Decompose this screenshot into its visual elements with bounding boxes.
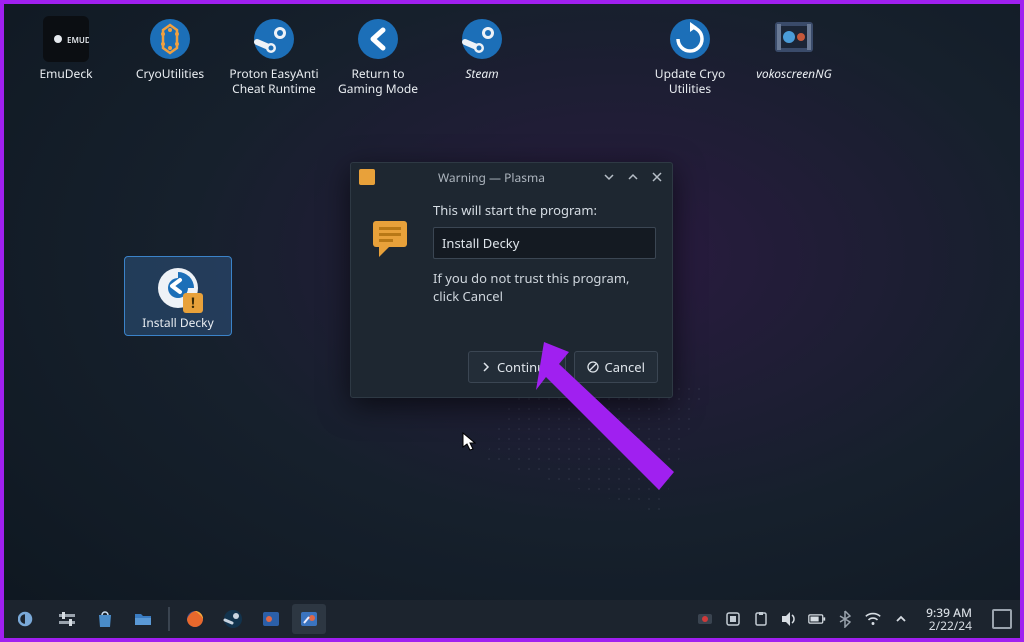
desktop-icon-steam[interactable]: Steam (430, 12, 534, 104)
desktop-icon-update-cryo[interactable]: Update Cryo Utilities (638, 12, 742, 104)
tray-wifi-icon[interactable] (864, 610, 882, 628)
cancel-icon (587, 361, 599, 373)
desktop-icon-install-decky[interactable]: ! Install Decky (124, 256, 232, 336)
cursor-pointer-icon (462, 432, 476, 452)
tray-clipboard-icon[interactable] (752, 610, 770, 628)
continue-button[interactable]: Continue (468, 351, 566, 383)
desktop-icon-label: EmuDeck (39, 66, 92, 81)
program-name-input[interactable] (433, 227, 656, 259)
desktop-icon-label: Return to Gaming Mode (328, 66, 428, 96)
warning-icon (367, 211, 417, 261)
steamos-logo-icon (18, 608, 40, 630)
minimize-button[interactable] (602, 170, 616, 184)
steam-round-icon (251, 16, 297, 62)
tray-chevron-up-icon[interactable] (892, 610, 910, 628)
taskbar-clock[interactable]: 9:39 AM 2/22/24 (926, 606, 972, 632)
warning-dialog: Warning — Plasma This will start the pro… (350, 162, 673, 398)
taskbar-item-files[interactable] (126, 604, 160, 634)
vokoscreen-icon (771, 16, 817, 62)
desktop-icon-label: Install Decky (142, 315, 213, 330)
close-button[interactable] (650, 170, 664, 184)
desktop-icon-proton-eac[interactable]: Proton EasyAnti Cheat Runtime (222, 12, 326, 104)
dialog-message-top: This will start the program: (433, 201, 656, 219)
desktop-icon-emudeck[interactable]: EMUDECK EmuDeck (14, 12, 118, 104)
dialog-app-icon (359, 169, 375, 185)
desktop-icon-label: vokoscreenNG (756, 66, 832, 81)
cancel-button-label: Cancel (605, 358, 645, 376)
dialog-title: Warning — Plasma (381, 169, 602, 186)
chevron-right-icon (481, 362, 491, 372)
desktop-icon-vokoscreen[interactable]: vokoscreenNG (742, 12, 846, 104)
steam-round-icon (459, 16, 505, 62)
slider-icon (57, 609, 77, 629)
dialog-message-bottom: If you do not trust this program, click … (433, 269, 656, 305)
taskbar-item-app2-active[interactable] (292, 604, 326, 634)
desktop: EMUDECK EmuDeck CryoUtilities Proton Eas… (4, 4, 1020, 600)
tray-volume-icon[interactable] (780, 610, 798, 628)
return-arrow-icon (355, 16, 401, 62)
install-decky-icon: ! (155, 265, 201, 311)
cancel-button[interactable]: Cancel (574, 351, 658, 383)
desktop-icon-label: Proton EasyAnti Cheat Runtime (224, 66, 324, 96)
show-desktop-button[interactable] (992, 609, 1012, 629)
desktop-icons-grid: EMUDECK EmuDeck CryoUtilities Proton Eas… (4, 4, 1020, 112)
dialog-titlebar[interactable]: Warning — Plasma (351, 163, 672, 191)
svg-text:!: ! (191, 294, 195, 313)
tray-record-icon[interactable] (696, 610, 714, 628)
desktop-icon-label: Update Cryo Utilities (640, 66, 740, 96)
app-icon (261, 609, 281, 629)
taskbar-item-app1[interactable] (254, 604, 288, 634)
desktop-icon-label: CryoUtilities (136, 66, 204, 81)
tray-notification-icon[interactable] (724, 610, 742, 628)
shopping-bag-icon (95, 609, 115, 629)
tray-battery-icon[interactable] (808, 610, 826, 628)
clock-date: 2/22/24 (926, 619, 972, 632)
app-icon (299, 609, 319, 629)
desktop-icon-return-gaming[interactable]: Return to Gaming Mode (326, 12, 430, 104)
tray-bluetooth-icon[interactable] (836, 610, 854, 628)
taskbar-separator (168, 607, 170, 631)
continue-button-label: Continue (497, 358, 553, 376)
taskbar-item-settings[interactable] (50, 604, 84, 634)
taskbar-item-steam[interactable] (216, 604, 250, 634)
emudeck-icon: EMUDECK (43, 16, 89, 62)
taskbar-item-discover[interactable] (88, 604, 122, 634)
maximize-button[interactable] (626, 170, 640, 184)
refresh-icon (667, 16, 713, 62)
taskbar: 9:39 AM 2/22/24 (4, 600, 1020, 638)
cryoutilities-icon (147, 16, 193, 62)
svg-text:EMUDECK: EMUDECK (67, 35, 89, 46)
desktop-icon-cryoutilities[interactable]: CryoUtilities (118, 12, 222, 104)
steam-icon (223, 609, 243, 629)
firefox-icon (185, 609, 205, 629)
start-button[interactable] (12, 604, 46, 634)
desktop-icon-label: Steam (465, 66, 498, 81)
folder-icon (133, 609, 153, 629)
taskbar-item-firefox[interactable] (178, 604, 212, 634)
